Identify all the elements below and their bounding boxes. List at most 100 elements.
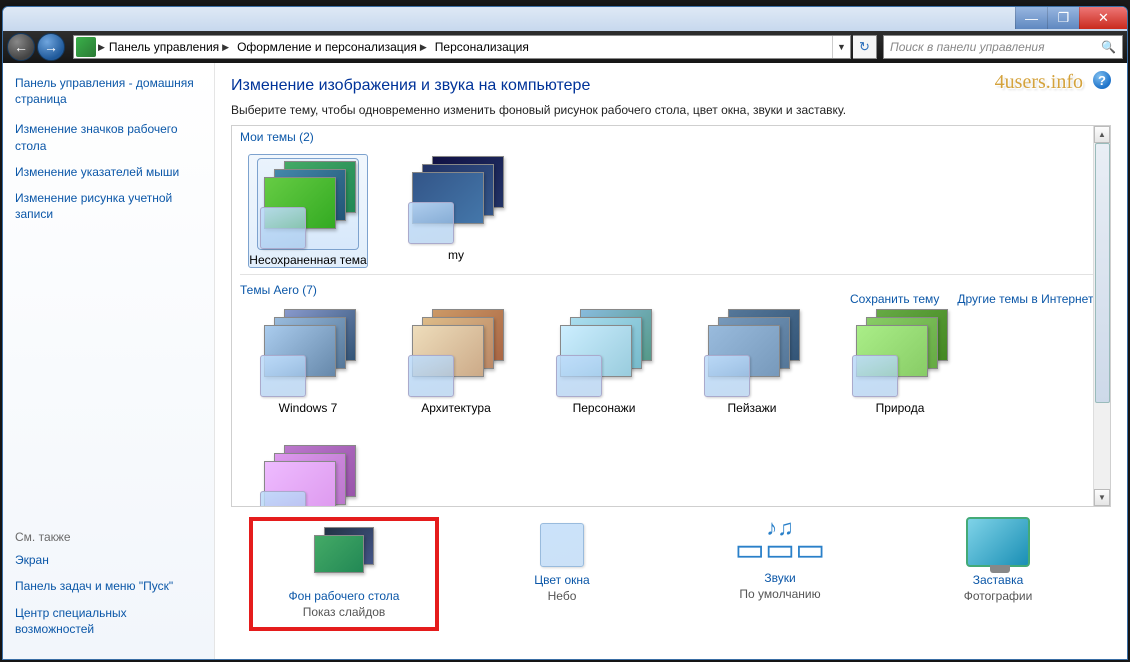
chevron-right-icon[interactable]: ▶ [98,42,105,53]
location-icon [76,37,96,57]
sidebar-link-ease-of-access[interactable]: Центр специальных возможностей [15,605,202,637]
color-swatch-icon [408,355,454,397]
sidebar-link-taskbar[interactable]: Панель задач и меню "Пуск" [15,578,202,594]
content: Панель управления - домашняя страница Из… [3,63,1127,659]
theme-label: Персонажи [544,401,664,415]
action-title: Фон рабочего стола [253,589,435,603]
action-subtitle: Показ слайдов [253,605,435,619]
breadcrumb-item[interactable]: Панель управления▶ [105,36,233,58]
theme-thumbnail [258,307,358,397]
theme-label: Природа [840,401,960,415]
sidebar-home-link[interactable]: Панель управления - домашняя страница [15,75,202,107]
theme-item-architecture[interactable]: Архитектура [396,307,516,415]
scroll-thumb[interactable] [1095,143,1110,403]
action-title: Звуки [685,571,875,585]
bottom-actions: Фон рабочего стола Показ слайдов Цвет ок… [231,507,1111,631]
theme-label: my [396,248,516,262]
page-desc: Выберите тему, чтобы одновременно измени… [231,103,1111,117]
theme-item-unsaved[interactable]: Несохраненная тема [248,154,368,268]
theme-thumbnail [406,154,506,244]
aero-themes-row: Windows 7 Архитектура Персонажи Пейзажи [232,301,1110,507]
window-color-icon [540,523,584,567]
save-theme-link[interactable]: Сохранить тему [850,292,939,306]
theme-item-windows7[interactable]: Windows 7 [248,307,368,415]
theme-label: Пейзажи [692,401,812,415]
refresh-button[interactable]: ↻ [853,35,877,59]
main-panel: 4users.info ? Изменение изображения и зв… [215,63,1127,659]
search-placeholder: Поиск в панели управления [890,40,1045,54]
color-swatch-icon [556,355,602,397]
forward-button[interactable]: → [37,33,65,61]
wallpaper-icon [304,527,384,583]
theme-label: Архитектура [396,401,516,415]
chevron-down-icon: ▼ [837,42,846,52]
theme-actions: Сохранить тему Другие темы в Интернете [850,292,1100,306]
theme-thumbnail [406,307,506,397]
theme-item-nature[interactable]: Природа [840,307,960,415]
color-swatch-icon [852,355,898,397]
breadcrumb-label: Панель управления [109,40,219,54]
breadcrumb-dropdown[interactable]: ▼ [832,36,850,58]
more-themes-link[interactable]: Другие темы в Интернете [957,292,1100,306]
theme-label: Windows 7 [248,401,368,415]
sounds-icon: ♪♫▭▭▭ [685,517,875,565]
screensaver-icon [966,517,1030,567]
group-header-my-themes: Мои темы (2) [232,126,1110,148]
breadcrumb-item[interactable]: Персонализация [431,36,533,58]
action-title: Заставка [903,573,1093,587]
action-subtitle: Небо [467,589,657,603]
page-title: Изменение изображения и звука на компьют… [231,77,1111,95]
theme-thumbnail [554,307,654,397]
theme-label: Несохраненная тема [249,253,367,267]
color-swatch-icon [704,355,750,397]
color-swatch-icon [260,207,306,249]
theme-item-scenes[interactable]: Сцены [248,443,368,507]
sidebar-link-account-picture[interactable]: Изменение рисунка учетной записи [15,190,202,222]
action-subtitle: Фотографии [903,589,1093,603]
action-title: Цвет окна [467,573,657,587]
theme-item-characters[interactable]: Персонажи [544,307,664,415]
theme-thumbnail [702,307,802,397]
search-icon[interactable]: 🔍 [1101,40,1116,54]
theme-item-my[interactable]: my [396,154,516,268]
theme-item-landscapes[interactable]: Пейзажи [692,307,812,415]
breadcrumb-label: Оформление и персонализация [237,40,417,54]
watermark: 4users.info [995,71,1083,94]
chevron-right-icon[interactable]: ▶ [222,42,229,53]
theme-thumbnail [850,307,950,397]
sidebar-link-mouse-pointers[interactable]: Изменение указателей мыши [15,164,202,180]
color-swatch-icon [260,355,306,397]
themes-list: Мои темы (2) Несохраненная тема [231,125,1111,507]
navbar: ← → ▶ Панель управления▶ Оформление и пе… [3,31,1127,63]
titlebar[interactable]: — ❐ ✕ [3,7,1127,31]
action-desktop-background[interactable]: Фон рабочего стола Показ слайдов [249,517,439,631]
back-button[interactable]: ← [7,33,35,61]
scrollbar[interactable]: ▲ ▼ [1093,126,1110,506]
window-controls: — ❐ ✕ [1015,7,1127,29]
minimize-button[interactable]: — [1015,7,1047,29]
action-window-color[interactable]: Цвет окна Небо [467,517,657,631]
scroll-down-button[interactable]: ▼ [1094,489,1110,506]
close-button[interactable]: ✕ [1079,7,1127,29]
action-subtitle: По умолчанию [685,587,875,601]
action-screensaver[interactable]: Заставка Фотографии [903,517,1093,631]
sidebar-see-also-header: См. также [15,530,202,544]
chevron-right-icon[interactable]: ▶ [420,42,427,53]
breadcrumb[interactable]: ▶ Панель управления▶ Оформление и персон… [73,35,851,59]
breadcrumb-item[interactable]: Оформление и персонализация▶ [233,36,431,58]
color-swatch-icon [260,491,306,507]
search-input[interactable]: Поиск в панели управления 🔍 [883,35,1123,59]
color-swatch-icon [408,202,454,244]
maximize-button[interactable]: ❐ [1047,7,1079,29]
scroll-up-button[interactable]: ▲ [1094,126,1110,143]
sidebar-link-desktop-icons[interactable]: Изменение значков рабочего стола [15,121,202,153]
theme-thumbnail [258,159,358,249]
window: — ❐ ✕ ← → ▶ Панель управления▶ Оформлени… [2,6,1128,660]
help-icon[interactable]: ? [1093,71,1111,89]
divider [240,274,1102,275]
sidebar-link-display[interactable]: Экран [15,552,202,568]
sidebar: Панель управления - домашняя страница Из… [3,63,215,659]
my-themes-row: Несохраненная тема my [232,148,1110,270]
theme-thumbnail [258,443,358,507]
action-sounds[interactable]: ♪♫▭▭▭ Звуки По умолчанию [685,517,875,631]
